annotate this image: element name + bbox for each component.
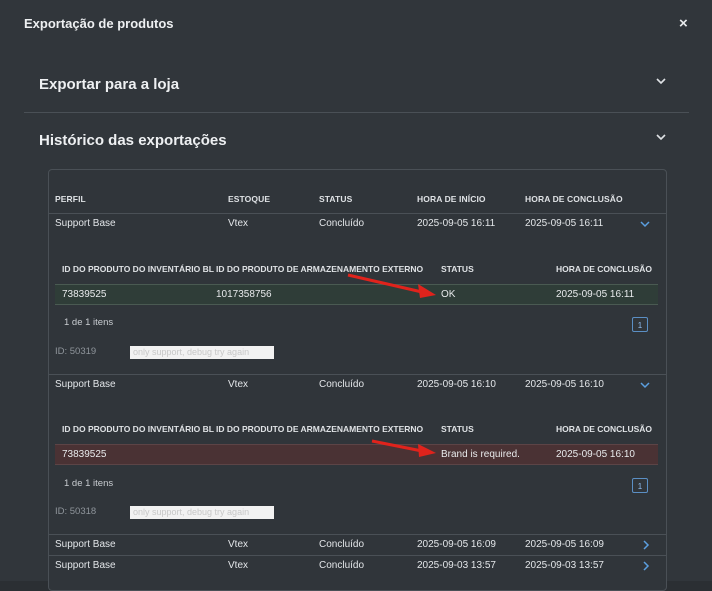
- accordion-label: Exportar para a loja: [39, 76, 180, 93]
- cell-end: 2025-09-03 13:57: [525, 560, 604, 571]
- cell-status: Concluído: [319, 218, 365, 229]
- table-row[interactable]: Support Base Vtex Concluído 2025-09-05 1…: [49, 374, 666, 395]
- support-note: only support, debug try again: [130, 346, 274, 359]
- cell-status: Concluído: [319, 379, 365, 390]
- accordion-label: Histórico das exportações: [39, 132, 227, 149]
- cell-product-id: 73839525: [62, 449, 107, 460]
- chevron-down-icon[interactable]: [640, 219, 650, 229]
- export-id: ID: 50319: [55, 346, 97, 357]
- cell-start: 2025-09-03 13:57: [417, 560, 496, 571]
- cell-end: 2025-09-05 16:10: [556, 449, 635, 460]
- detail-header-external-id: ID DO PRODUTO DE ARMAZENAMENTO EXTERNO: [216, 424, 424, 434]
- items-count: 1 de 1 itens: [64, 317, 114, 328]
- chevron-down-icon: [656, 78, 666, 85]
- cell-profile: Support Base: [55, 560, 116, 571]
- chevron-down-icon: [656, 134, 666, 141]
- items-count: 1 de 1 itens: [64, 478, 114, 489]
- detail-row: 73839525 Brand is required. 2025-09-05 1…: [55, 444, 658, 465]
- cell-external-id: 1017358756: [216, 289, 272, 300]
- table-row[interactable]: Support Base Vtex Concluído 2025-09-05 1…: [49, 534, 666, 555]
- chevron-right-icon[interactable]: [641, 561, 651, 571]
- cell-end: 2025-09-05 16:11: [525, 218, 604, 229]
- cell-status: Brand is required.: [441, 449, 520, 460]
- page-button[interactable]: 1: [632, 317, 648, 332]
- cell-profile: Support Base: [55, 539, 116, 550]
- close-icon[interactable]: ×: [679, 15, 688, 32]
- cell-start: 2025-09-05 16:09: [417, 539, 496, 550]
- export-id: ID: 50318: [55, 506, 97, 517]
- cell-start: 2025-09-05 16:11: [417, 218, 496, 229]
- cell-stock: Vtex: [228, 218, 249, 229]
- cell-stock: Vtex: [228, 539, 249, 550]
- chevron-right-icon[interactable]: [641, 540, 651, 550]
- modal-title: Exportação de produtos: [24, 16, 174, 31]
- export-modal: Exportação de produtos × Exportar para a…: [0, 0, 712, 591]
- cell-stock: Vtex: [228, 560, 249, 571]
- column-header-status: STATUS: [319, 194, 353, 204]
- detail-header-end: HORA DE CONCLUSÃO: [556, 424, 653, 434]
- history-table: PERFIL ESTOQUE STATUS HORA DE INÍCIO HOR…: [48, 169, 667, 591]
- column-header-start: HORA DE INÍCIO: [417, 194, 486, 204]
- detail-header-end: HORA DE CONCLUSÃO: [556, 264, 653, 274]
- cell-status: OK: [441, 289, 456, 300]
- column-header-stock: ESTOQUE: [228, 194, 271, 204]
- cell-status: Concluído: [319, 560, 365, 571]
- table-row[interactable]: Support Base Vtex Concluído 2025-09-03 1…: [49, 555, 666, 576]
- cell-end: 2025-09-05 16:10: [525, 379, 604, 390]
- cell-end: 2025-09-05 16:11: [556, 289, 635, 300]
- accordion-export-to-store[interactable]: Exportar para a loja: [24, 57, 689, 112]
- detail-header-product-id: ID DO PRODUTO DO INVENTÁRIO BL: [62, 264, 214, 274]
- cell-start: 2025-09-05 16:10: [417, 379, 496, 390]
- column-header-profile: PERFIL: [55, 194, 86, 204]
- cell-product-id: 73839525: [62, 289, 107, 300]
- annotation-arrow-icon: [371, 439, 436, 457]
- detail-header-product-id: ID DO PRODUTO DO INVENTÁRIO BL: [62, 424, 214, 434]
- cell-stock: Vtex: [228, 379, 249, 390]
- column-header-end: HORA DE CONCLUSÃO: [525, 194, 623, 204]
- accordion-history[interactable]: Histórico das exportações: [24, 113, 689, 168]
- annotation-arrow-icon: [347, 273, 436, 298]
- cell-end: 2025-09-05 16:09: [525, 539, 604, 550]
- cell-profile: Support Base: [55, 218, 116, 229]
- detail-header-status: STATUS: [441, 264, 474, 274]
- detail-header-status: STATUS: [441, 424, 474, 434]
- chevron-down-icon[interactable]: [640, 380, 650, 390]
- cell-profile: Support Base: [55, 379, 116, 390]
- support-note: only support, debug try again: [130, 506, 274, 519]
- cell-status: Concluído: [319, 539, 365, 550]
- page-button[interactable]: 1: [632, 478, 648, 493]
- table-row[interactable]: Support Base Vtex Concluído 2025-09-05 1…: [49, 213, 666, 234]
